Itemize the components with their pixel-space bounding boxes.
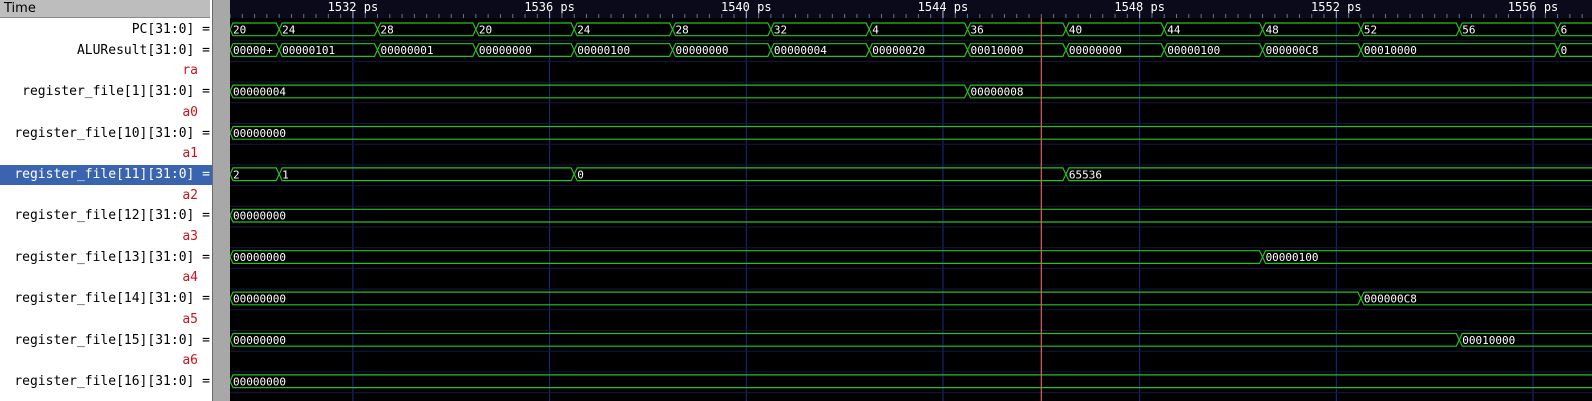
signal-equals: = [194, 249, 210, 265]
alias-label-a1[interactable]: a1 [0, 144, 212, 164]
bus-value-label: 24 [282, 23, 296, 36]
bus-value-label: 00000004 [233, 85, 286, 98]
bus-value-label: 00000100 [1266, 251, 1319, 264]
signal-equals: = [194, 332, 210, 348]
bus-value-label: 00000000 [1069, 44, 1122, 57]
bus-value-label: 00000000 [233, 375, 286, 388]
signal-name-row[interactable]: register_file[11][31:0] = [0, 164, 212, 185]
ruler-tick-label: 1540 ps [721, 0, 772, 14]
waveform-panel[interactable]: 1532 ps 1536 ps 1540 ps 1544 ps 1548 ps 1552 … [230, 0, 1592, 401]
bus-value-label: 4 [872, 23, 879, 36]
signal-name-row[interactable]: register_file[1][31:0] = [0, 82, 212, 102]
bus-value-label: 00000000 [676, 44, 729, 57]
signal-name: register_file[16][31:0] [14, 373, 195, 389]
bus-value-label: 2 [233, 168, 240, 181]
signal-equals: = [194, 22, 210, 37]
bus-value-label: 20 [233, 23, 246, 36]
bus-value-label: 00010000 [1364, 44, 1417, 57]
pane-splitter[interactable] [212, 0, 230, 401]
bus-value-label: 00000000 [233, 334, 286, 347]
bus-value-label: 28 [381, 23, 394, 36]
ruler-tick-label: 1544 ps [918, 0, 969, 14]
signal-name-row[interactable]: register_file[12][31:0] = [0, 206, 212, 226]
bus-value-label: 20 [479, 23, 492, 36]
signal-name: register_file[10][31:0] [14, 125, 195, 141]
bus-value-label: 6 [1561, 23, 1568, 36]
signal-name-row[interactable]: register_file[16][31:0] = [0, 372, 212, 392]
signal-name: register_file[14][31:0] [14, 291, 195, 307]
bus-value-label: 52 [1364, 23, 1377, 36]
ruler-tick-label: 1548 ps [1114, 0, 1165, 14]
signal-name-row[interactable]: PC[31:0] = [0, 20, 212, 40]
bus-value-label: 00000101 [282, 44, 335, 57]
time-column-header: Time [0, 0, 210, 18]
signal-name: register_file[15][31:0] [14, 332, 195, 348]
alias-label-a3[interactable]: a3 [0, 227, 212, 247]
bus-value-label: 0 [577, 168, 584, 181]
alias-label-ra[interactable]: ra [0, 61, 212, 81]
bus-value-label: 00000000 [479, 44, 532, 57]
signal-equals: = [194, 125, 210, 141]
alias-label-a4[interactable]: a4 [0, 268, 212, 288]
signal-names-panel: Time PC[31:0] = ALUResult[31:0] = ra regist… [0, 0, 212, 401]
signal-equals: = [194, 166, 210, 182]
bus-value-label: 00000004 [774, 44, 827, 57]
signal-name: register_file[1][31:0] [22, 84, 195, 100]
bus-value-label: 40 [1069, 23, 1082, 36]
signal-name: register_file[13][31:0] [14, 249, 195, 265]
bus-value-label: 000000C8 [1266, 44, 1319, 57]
alias-label-a2[interactable]: a2 [0, 186, 212, 206]
bus-value-label: 32 [774, 23, 787, 36]
bus-value-label: 00000001 [381, 44, 434, 57]
bus-value-label: 00000000 [233, 251, 286, 264]
bus-value-label: 56 [1462, 23, 1475, 36]
signal-name-row[interactable]: register_file[13][31:0] = [0, 248, 212, 268]
signal-name-row[interactable]: register_file[10][31:0] = [0, 124, 212, 144]
bus-value-label: 36 [971, 23, 984, 36]
signal-name: PC[31:0] [131, 22, 195, 37]
signal-name: register_file[12][31:0] [14, 208, 195, 224]
signal-equals: = [194, 42, 210, 58]
signal-name-row[interactable]: register_file[15][31:0] = [0, 331, 212, 351]
signal-equals: = [194, 208, 210, 224]
ruler-tick-label: 1552 ps [1311, 0, 1362, 14]
time-ruler-band [230, 0, 1592, 18]
signal-equals: = [194, 84, 210, 100]
bus-value-label: 00000100 [577, 44, 630, 57]
alias-label-a5[interactable]: a5 [0, 310, 212, 330]
ruler-tick-label: 1536 ps [524, 0, 575, 14]
waveform-canvas[interactable]: 1532 ps 1536 ps 1540 ps 1544 ps 1548 ps 1552 … [230, 0, 1592, 401]
bus-value-label: 1 [282, 168, 289, 181]
bus-value-label: 48 [1266, 23, 1279, 36]
bus-value-label: 44 [1167, 23, 1181, 36]
signal-name-row[interactable]: ALUResult[31:0] = [0, 41, 212, 61]
signal-equals: = [194, 291, 210, 307]
bus-value-label: 65536 [1069, 168, 1102, 181]
bus-value-label: 00000000 [233, 127, 286, 140]
signal-name: ALUResult[31:0] [76, 42, 195, 58]
bus-value-label: 00000000 [233, 210, 286, 223]
signal-name: register_file[11][31:0] [14, 166, 195, 182]
ruler-tick-label: 1532 ps [328, 0, 379, 14]
bus-value-label: 000000C8 [1364, 292, 1417, 305]
bus-value-label: 00010000 [971, 44, 1024, 57]
bus-value-label: 00000008 [971, 85, 1024, 98]
bus-value-label: 00000+ [233, 44, 273, 57]
alias-label-a0[interactable]: a0 [0, 103, 212, 123]
bus-value-label: 00000000 [233, 292, 286, 305]
bus-value-label: 24 [577, 23, 591, 36]
bus-value-label: 00000020 [872, 44, 925, 57]
bus-value-label: 00010000 [1462, 334, 1515, 347]
bus-value-label: 28 [676, 23, 689, 36]
bus-value-label: 00000100 [1167, 44, 1220, 57]
signal-equals: = [194, 373, 210, 389]
waveform-background [230, 0, 1592, 401]
bus-value-label: 0 [1561, 44, 1568, 57]
alias-label-a6[interactable]: a6 [0, 351, 212, 371]
signal-name-row[interactable]: register_file[14][31:0] = [0, 289, 212, 309]
ruler-tick-label: 1556 ps [1508, 0, 1559, 14]
